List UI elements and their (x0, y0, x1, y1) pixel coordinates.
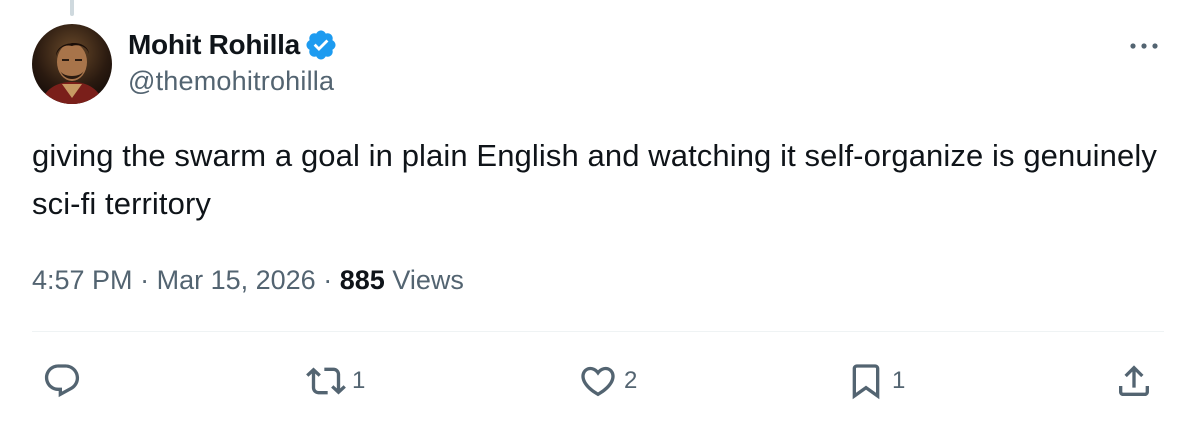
verified-badge-icon[interactable] (304, 28, 338, 62)
reply-button[interactable] (42, 358, 88, 404)
like-count: 2 (624, 367, 638, 394)
tweet-text: giving the swarm a goal in plain English… (32, 138, 1157, 221)
reply-icon (44, 364, 80, 398)
tweet-time[interactable]: 4:57 PM (32, 265, 133, 295)
bookmark-button[interactable]: 1 (846, 358, 905, 404)
meta-separator: · (323, 265, 333, 295)
thread-connector-line (70, 0, 74, 16)
author-name-row: Mohit Rohilla (128, 26, 338, 64)
bookmark-count: 1 (892, 367, 906, 394)
meta-separator: · (140, 265, 150, 295)
retweet-button[interactable]: 1 (306, 358, 365, 404)
avatar[interactable] (32, 24, 112, 104)
more-horizontal-icon (1130, 43, 1158, 49)
views-label[interactable]: Views (392, 265, 464, 295)
bookmark-icon (852, 364, 880, 400)
retweet-icon (306, 367, 346, 395)
author-handle[interactable]: @themohitrohilla (128, 66, 334, 97)
share-button[interactable] (1114, 358, 1154, 404)
tweet-date[interactable]: Mar 15, 2026 (157, 265, 316, 295)
views-count[interactable]: 885 (340, 265, 385, 295)
author-display-name[interactable]: Mohit Rohilla (128, 29, 300, 61)
divider (32, 331, 1164, 332)
like-button[interactable]: 2 (578, 358, 637, 404)
heart-icon (581, 366, 615, 397)
tweet-metadata: 4:57 PM · Mar 15, 2026 · 885 Views (32, 258, 464, 302)
share-icon (1119, 365, 1149, 396)
retweet-count: 1 (352, 367, 366, 394)
avatar-image (32, 24, 112, 104)
more-options-button[interactable] (1124, 30, 1164, 62)
